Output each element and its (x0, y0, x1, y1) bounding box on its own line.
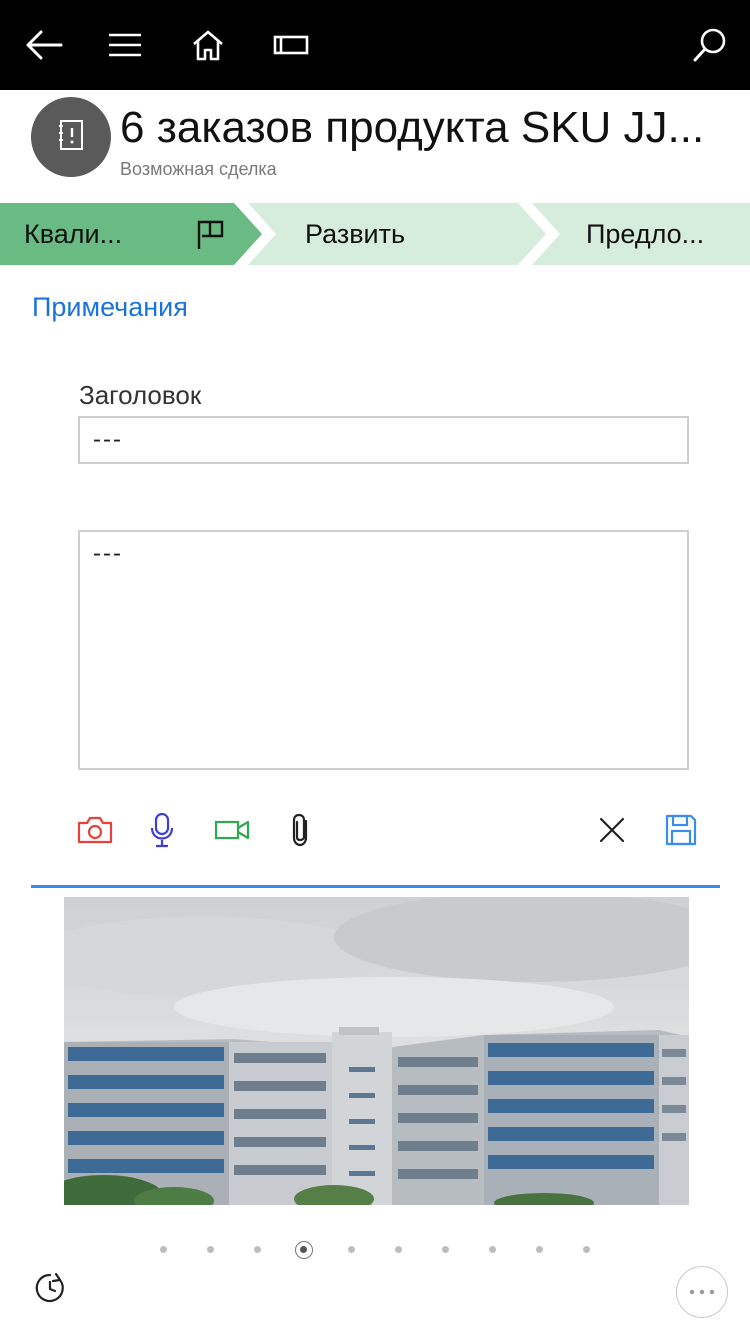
window-switch-icon[interactable] (264, 18, 318, 72)
stage-qualify[interactable]: Квали... (24, 203, 122, 265)
record-title: 6 заказов продукта SKU JJ... (120, 103, 705, 152)
pager-dot[interactable] (489, 1246, 496, 1253)
pager-dot[interactable] (207, 1246, 214, 1253)
history-clock-icon[interactable] (30, 1268, 70, 1308)
search-icon[interactable] (683, 18, 737, 72)
image-pager (150, 1240, 600, 1260)
process-stage-bar: Квали... Развить Предло... (0, 203, 750, 265)
notes-section-title[interactable]: Примечания (32, 290, 188, 324)
video-icon[interactable] (210, 808, 254, 852)
pager-dot[interactable] (583, 1246, 590, 1253)
pager-dot[interactable] (254, 1246, 261, 1253)
pager-dot[interactable] (442, 1246, 449, 1253)
record-subtitle: Возможная сделка (120, 159, 277, 179)
note-title-input[interactable] (78, 416, 689, 464)
pager-dot[interactable] (160, 1246, 167, 1253)
hamburger-menu-icon[interactable] (98, 18, 152, 72)
back-arrow-icon[interactable] (17, 18, 71, 72)
paperclip-icon[interactable] (279, 808, 323, 852)
record-avatar (31, 97, 111, 177)
attached-image-building[interactable] (64, 897, 689, 1205)
microphone-icon[interactable] (140, 808, 184, 852)
pager-dot[interactable] (348, 1246, 355, 1253)
opportunity-icon (56, 118, 86, 157)
title-field-label: Заголовок (79, 380, 202, 410)
home-icon[interactable] (181, 18, 235, 72)
pager-dot[interactable] (395, 1246, 402, 1253)
stage-propose[interactable]: Предло... (586, 203, 704, 265)
note-body-textarea[interactable]: --- (78, 530, 689, 770)
stage-develop[interactable]: Развить (305, 203, 405, 265)
top-navigation-bar (0, 0, 750, 90)
camera-icon[interactable] (73, 808, 117, 852)
pager-dot[interactable] (536, 1246, 543, 1253)
more-ellipsis-icon[interactable] (676, 1266, 728, 1318)
save-icon[interactable] (659, 808, 703, 852)
pager-dot-active[interactable] (295, 1241, 313, 1259)
close-icon[interactable] (590, 808, 634, 852)
notes-divider (31, 885, 720, 888)
